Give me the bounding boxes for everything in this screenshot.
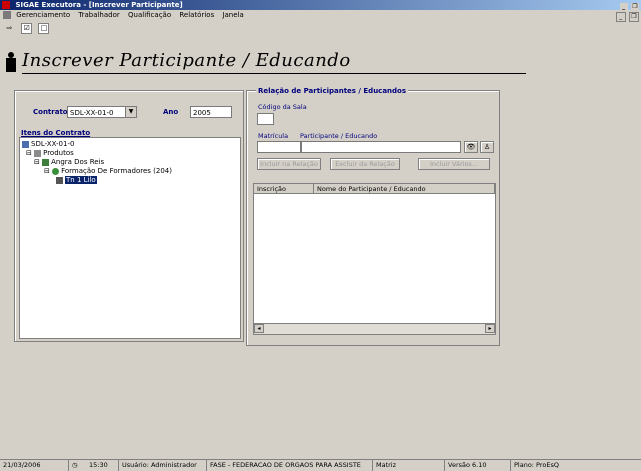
room-code-input[interactable] (257, 113, 274, 125)
matricula-input[interactable] (257, 141, 301, 153)
tree-node-label: Produtos (43, 149, 74, 157)
person-icon (6, 52, 16, 72)
status-plan: Plano: ProEsQ (510, 460, 559, 471)
menu-qualificacao[interactable]: Qualificação (128, 11, 171, 19)
person-icon: ♙ (483, 143, 491, 151)
tree-node-products[interactable]: ⊟ Produtos (26, 149, 74, 157)
toolbar: ⇨ ☑ □ (0, 21, 641, 35)
header-divider (22, 73, 526, 74)
binoculars-icon: 👁 (466, 143, 476, 151)
contract-items-tree[interactable]: SDL-XX-01-0 ⊟ Produtos ⊟ Angra Dos Reis … (19, 137, 241, 339)
maximize-button[interactable]: ❐ (631, 3, 639, 10)
status-time: 15:30 (89, 461, 108, 469)
exclude-from-relation-button[interactable]: Excluir da Relação (330, 158, 400, 170)
tree-node-label: Angra Dos Reis (51, 158, 105, 166)
tree-node-course[interactable]: ⊟ Formação De Formadores (204) (44, 167, 172, 175)
minimize-button[interactable]: _ (619, 3, 628, 10)
status-version: Versão 6.10 (444, 460, 487, 471)
contract-icon (22, 140, 29, 148)
tree-node-label: SDL-XX-01-0 (31, 140, 75, 148)
room-label: Código da Sala (258, 103, 307, 111)
document-icon[interactable] (3, 11, 11, 19)
horizontal-scrollbar[interactable]: ◂ ▸ (254, 323, 495, 334)
menubar: Gerenciamento Trabalhador Qualificação R… (0, 10, 641, 22)
items-label: Itens do Contrato (21, 129, 91, 137)
menu-relatorios[interactable]: Relatórios (179, 11, 214, 19)
empty-toolbar-button[interactable]: □ (38, 23, 50, 34)
participant-input[interactable] (301, 141, 461, 153)
products-icon (34, 149, 42, 157)
clock-icon: ◷ (68, 460, 78, 471)
include-many-button[interactable]: Incluir Vários... (418, 158, 490, 170)
tree-node-label: Tn 1 Lilo (65, 176, 97, 184)
scroll-left-icon[interactable]: ◂ (254, 324, 264, 333)
tree-node-contract[interactable]: SDL-XX-01-0 (22, 140, 74, 148)
window-title: SIGAE Executora - [Inscrever Participant… (15, 1, 183, 9)
class-icon (56, 176, 63, 184)
year-label: Ano (163, 108, 179, 116)
tree-node-label: Formação De Formadores (204) (61, 167, 172, 175)
chevron-down-icon[interactable]: ▼ (125, 107, 136, 117)
binoculars-search-button[interactable]: 👁 (464, 141, 478, 153)
window-titlebar[interactable]: SIGAE Executora - [Inscrever Participant… (0, 0, 641, 10)
contract-combo[interactable]: SDL-XX-01-0 ▼ (67, 106, 137, 118)
contract-panel: Contrato SDL-XX-01-0 ▼ Ano 2005 Itens do… (14, 90, 244, 342)
tree-node-city[interactable]: ⊟ Angra Dos Reis (34, 158, 104, 166)
exit-icon[interactable]: ⇨ (4, 23, 15, 34)
menu-janela[interactable]: Janela (222, 11, 243, 19)
status-unit: Matriz (372, 460, 396, 471)
page-header: Inscrever Participante / Educando (0, 44, 641, 76)
course-icon (52, 167, 60, 175)
city-icon (42, 158, 50, 166)
status-user: Usuário: Administrador (118, 460, 197, 471)
participants-grid[interactable]: Inscrição Nome do Participante / Educand… (253, 183, 496, 335)
relation-title: Relação de Participantes / Educandos (256, 87, 409, 95)
checkbox-toolbar-button[interactable]: ☑ (21, 23, 33, 34)
column-header-name[interactable]: Nome do Participante / Educando (314, 184, 495, 194)
contract-label: Contrato (33, 108, 68, 116)
scroll-right-icon[interactable]: ▸ (485, 324, 495, 333)
matricula-label: Matrícula (258, 132, 289, 140)
app-icon (2, 1, 10, 9)
contract-value: SDL-XX-01-0 (70, 109, 114, 117)
year-input[interactable]: 2005 (190, 106, 232, 118)
column-header-inscricao[interactable]: Inscrição (254, 184, 314, 194)
menu-gerenciamento[interactable]: Gerenciamento (16, 11, 70, 19)
page-title: Inscrever Participante / Educando (22, 50, 351, 71)
status-org: FASE - FEDERACAO DE ORGAOS PARA ASSISTE (206, 460, 361, 471)
status-date: 21/03/2006 (3, 461, 41, 469)
statusbar: 21/03/2006 ◷ 15:30 Usuário: Administrado… (0, 459, 641, 471)
include-in-relation-button[interactable]: Incluir na Relação (257, 158, 321, 170)
year-value: 2005 (193, 109, 211, 117)
person-lookup-button[interactable]: ♙ (480, 141, 494, 153)
tree-node-class[interactable]: Tn 1 Lilo (56, 176, 97, 184)
menu-trabalhador[interactable]: Trabalhador (78, 11, 119, 19)
participant-label: Participante / Educando (300, 132, 378, 140)
